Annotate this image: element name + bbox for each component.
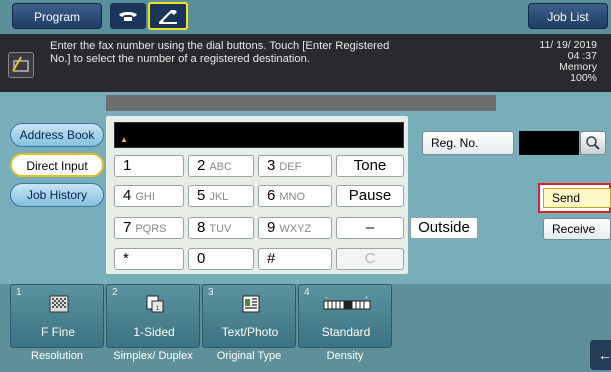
arrow-left-icon: ← xyxy=(598,347,611,363)
original-type-label: Original Type xyxy=(216,350,282,362)
reg-no-button[interactable]: Reg. No. xyxy=(422,131,514,155)
memory-value: 100% xyxy=(570,72,597,84)
destination-strip xyxy=(106,95,496,111)
svg-text:+: + xyxy=(365,295,368,301)
key-9-letters: WXYZ xyxy=(279,223,312,235)
direct-input-tab[interactable]: Direct Input xyxy=(10,153,104,177)
resolution-value: F Fine xyxy=(40,325,75,339)
star-key[interactable]: * xyxy=(114,248,184,270)
density-setting[interactable]: 4 – + Standard xyxy=(298,284,392,348)
simplex-duplex-value: 1-Sided xyxy=(133,325,175,339)
top-bar: Program Job List xyxy=(0,0,611,34)
original-type-setting[interactable]: 3 Text/Photo xyxy=(202,284,296,348)
search-button[interactable] xyxy=(580,131,606,155)
density-label: Density xyxy=(326,350,364,362)
setting-number: 4 xyxy=(304,287,310,298)
fax-number-input[interactable]: ▲ xyxy=(114,122,404,148)
key-3-letters: DEF xyxy=(279,161,302,173)
resolution-setting[interactable]: 1 F Fine xyxy=(10,284,104,348)
input-cursor: ▲ xyxy=(120,135,128,144)
fax-screen: Program Job List Enter the fax number us… xyxy=(0,0,611,372)
tone-button[interactable]: Tone xyxy=(336,155,404,177)
search-icon xyxy=(586,136,600,150)
simplex-duplex-setting[interactable]: 2 1 1-Sided xyxy=(106,284,200,348)
send-button[interactable]: Send xyxy=(543,188,611,208)
status-info: 11/ 19/ 2019 04 :37 Memory 100% xyxy=(505,40,597,84)
message-line-2: No.] to select the number of a registere… xyxy=(50,53,310,65)
key-5[interactable]: 5 JKL xyxy=(188,185,254,207)
outside-button[interactable]: Outside xyxy=(410,217,478,239)
onhook-handset-icon xyxy=(159,10,177,24)
onhook-button[interactable] xyxy=(148,2,188,30)
key-3-label: 3 xyxy=(267,157,276,174)
program-tab[interactable]: Program xyxy=(12,3,102,29)
key-0[interactable]: 0 xyxy=(188,248,254,270)
setting-number: 2 xyxy=(112,287,118,298)
job-list-tab[interactable]: Job List xyxy=(528,3,608,29)
address-book-tab[interactable]: Address Book xyxy=(10,123,104,147)
density-value: Standard xyxy=(321,325,371,339)
key-5-letters: JKL xyxy=(209,191,229,203)
svg-text:–: – xyxy=(325,295,328,301)
key-9[interactable]: 9 WXYZ xyxy=(258,217,332,239)
message-line-1: Enter the fax number using the dial butt… xyxy=(50,40,390,52)
key-2[interactable]: 2 ABC xyxy=(188,155,254,177)
key-6[interactable]: 6 MNO xyxy=(258,185,332,207)
receive-button[interactable]: Receive xyxy=(543,218,611,240)
resolution-label: Resolution xyxy=(31,350,83,362)
guidance-message: Enter the fax number using the dial butt… xyxy=(50,40,470,66)
density-scale-icon: – + xyxy=(323,295,371,310)
settings-bar: 1 F Fine Resolution 2 1 1-Sided Simplex/… xyxy=(0,284,611,372)
dash-button[interactable]: – xyxy=(336,217,404,239)
setting-number: 3 xyxy=(208,287,214,298)
key-7-label: 7 xyxy=(123,219,132,236)
key-2-letters: ABC xyxy=(209,161,232,173)
key-1[interactable]: 1 xyxy=(114,155,184,177)
key-9-label: 9 xyxy=(267,219,276,236)
key-3[interactable]: 3 DEF xyxy=(258,155,332,177)
clear-button[interactable]: C xyxy=(336,248,404,270)
key-7-letters: PQRS xyxy=(135,223,167,235)
message-bar: Enter the fax number using the dial butt… xyxy=(0,34,611,92)
key-6-label: 6 xyxy=(267,187,276,204)
resolution-icon xyxy=(49,295,69,313)
key-8[interactable]: 8 TUV xyxy=(188,217,254,239)
setting-number: 1 xyxy=(16,287,22,298)
hash-key[interactable]: # xyxy=(258,248,332,270)
simplex-duplex-label: Simplex/ Duplex xyxy=(113,350,193,362)
key-4[interactable]: 4 GHI xyxy=(114,185,184,207)
key-4-letters: GHI xyxy=(135,191,155,203)
telephone-button[interactable] xyxy=(110,3,146,29)
key-7[interactable]: 7 PQRS xyxy=(114,217,184,239)
original-type-value: Text/Photo xyxy=(221,325,279,339)
guidance-icon xyxy=(8,52,34,78)
key-4-label: 4 xyxy=(123,187,132,204)
key-2-label: 2 xyxy=(197,157,206,174)
key-5-label: 5 xyxy=(197,187,206,204)
key-8-letters: TUV xyxy=(209,223,232,235)
key-8-label: 8 xyxy=(197,219,206,236)
key-6-letters: MNO xyxy=(279,191,306,203)
reg-no-field[interactable] xyxy=(519,131,579,155)
back-arrow-button[interactable]: ← xyxy=(590,340,611,370)
one-sided-icon: 1 xyxy=(146,295,164,313)
job-history-tab[interactable]: Job History xyxy=(10,183,104,207)
telephone-icon xyxy=(119,12,137,21)
pause-button[interactable]: Pause xyxy=(336,185,404,207)
key-1-label: 1 xyxy=(123,157,132,174)
text-photo-icon xyxy=(242,295,260,313)
